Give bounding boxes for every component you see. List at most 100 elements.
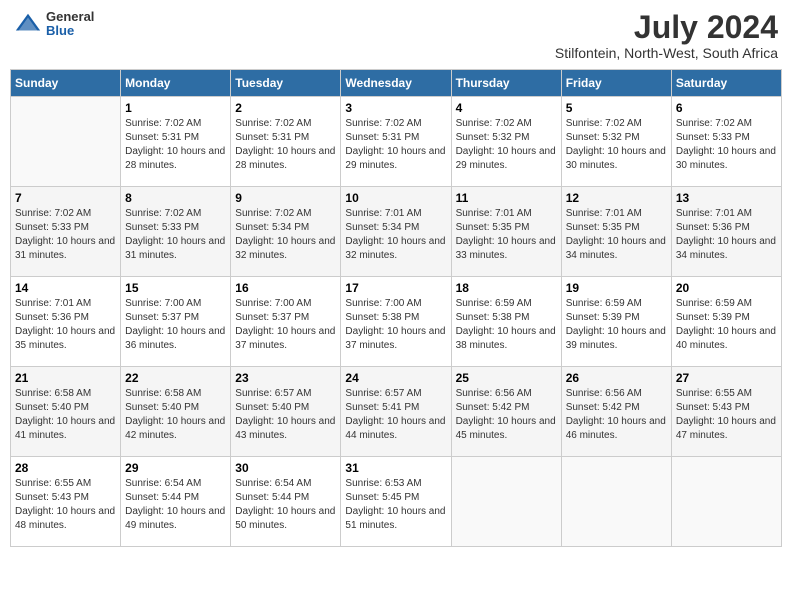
day-number: 24	[345, 371, 446, 385]
day-number: 9	[235, 191, 336, 205]
day-info: Sunrise: 6:55 AMSunset: 5:43 PMDaylight:…	[676, 388, 776, 441]
day-info: Sunrise: 7:01 AMSunset: 5:34 PMDaylight:…	[345, 208, 445, 261]
day-info: Sunrise: 6:59 AMSunset: 5:38 PMDaylight:…	[456, 298, 556, 351]
logo-blue-label: Blue	[46, 24, 94, 38]
day-number: 31	[345, 461, 446, 475]
calendar-cell: 10 Sunrise: 7:01 AMSunset: 5:34 PMDaylig…	[341, 187, 451, 277]
calendar-cell: 8 Sunrise: 7:02 AMSunset: 5:33 PMDayligh…	[121, 187, 231, 277]
day-info: Sunrise: 7:02 AMSunset: 5:33 PMDaylight:…	[676, 118, 776, 171]
day-number: 11	[456, 191, 557, 205]
calendar-cell: 30 Sunrise: 6:54 AMSunset: 5:44 PMDaylig…	[231, 457, 341, 547]
logo-icon	[14, 10, 42, 38]
calendar-cell: 19 Sunrise: 6:59 AMSunset: 5:39 PMDaylig…	[561, 277, 671, 367]
calendar-cell: 2 Sunrise: 7:02 AMSunset: 5:31 PMDayligh…	[231, 97, 341, 187]
day-info: Sunrise: 7:00 AMSunset: 5:37 PMDaylight:…	[235, 298, 335, 351]
day-info: Sunrise: 6:58 AMSunset: 5:40 PMDaylight:…	[15, 388, 115, 441]
day-number: 3	[345, 101, 446, 115]
day-info: Sunrise: 7:00 AMSunset: 5:38 PMDaylight:…	[345, 298, 445, 351]
logo: General Blue	[14, 10, 94, 39]
header: General Blue July 2024 Stilfontein, Nort…	[10, 10, 782, 61]
day-info: Sunrise: 7:02 AMSunset: 5:32 PMDaylight:…	[566, 118, 666, 171]
logo-text: General Blue	[46, 10, 94, 39]
calendar-cell	[671, 457, 781, 547]
calendar-cell: 22 Sunrise: 6:58 AMSunset: 5:40 PMDaylig…	[121, 367, 231, 457]
calendar-cell: 6 Sunrise: 7:02 AMSunset: 5:33 PMDayligh…	[671, 97, 781, 187]
day-info: Sunrise: 7:02 AMSunset: 5:31 PMDaylight:…	[345, 118, 445, 171]
calendar-cell: 29 Sunrise: 6:54 AMSunset: 5:44 PMDaylig…	[121, 457, 231, 547]
calendar-cell: 27 Sunrise: 6:55 AMSunset: 5:43 PMDaylig…	[671, 367, 781, 457]
calendar-cell: 14 Sunrise: 7:01 AMSunset: 5:36 PMDaylig…	[11, 277, 121, 367]
day-info: Sunrise: 7:02 AMSunset: 5:32 PMDaylight:…	[456, 118, 556, 171]
calendar-cell: 5 Sunrise: 7:02 AMSunset: 5:32 PMDayligh…	[561, 97, 671, 187]
day-number: 17	[345, 281, 446, 295]
day-info: Sunrise: 6:54 AMSunset: 5:44 PMDaylight:…	[235, 478, 335, 531]
day-number: 15	[125, 281, 226, 295]
day-number: 19	[566, 281, 667, 295]
logo-general-label: General	[46, 10, 94, 24]
day-number: 27	[676, 371, 777, 385]
calendar-cell: 15 Sunrise: 7:00 AMSunset: 5:37 PMDaylig…	[121, 277, 231, 367]
calendar-cell: 17 Sunrise: 7:00 AMSunset: 5:38 PMDaylig…	[341, 277, 451, 367]
calendar-cell: 24 Sunrise: 6:57 AMSunset: 5:41 PMDaylig…	[341, 367, 451, 457]
day-number: 8	[125, 191, 226, 205]
calendar-cell	[561, 457, 671, 547]
calendar-cell: 4 Sunrise: 7:02 AMSunset: 5:32 PMDayligh…	[451, 97, 561, 187]
week-row-4: 21 Sunrise: 6:58 AMSunset: 5:40 PMDaylig…	[11, 367, 782, 457]
day-number: 13	[676, 191, 777, 205]
day-number: 26	[566, 371, 667, 385]
calendar-cell: 28 Sunrise: 6:55 AMSunset: 5:43 PMDaylig…	[11, 457, 121, 547]
day-number: 2	[235, 101, 336, 115]
calendar-cell	[11, 97, 121, 187]
title-area: July 2024 Stilfontein, North-West, South…	[555, 10, 778, 61]
day-info: Sunrise: 7:02 AMSunset: 5:33 PMDaylight:…	[125, 208, 225, 261]
day-header-wednesday: Wednesday	[341, 70, 451, 97]
calendar-table: SundayMondayTuesdayWednesdayThursdayFrid…	[10, 69, 782, 547]
calendar-cell: 20 Sunrise: 6:59 AMSunset: 5:39 PMDaylig…	[671, 277, 781, 367]
day-info: Sunrise: 7:01 AMSunset: 5:36 PMDaylight:…	[15, 298, 115, 351]
day-number: 10	[345, 191, 446, 205]
day-info: Sunrise: 7:00 AMSunset: 5:37 PMDaylight:…	[125, 298, 225, 351]
day-info: Sunrise: 6:59 AMSunset: 5:39 PMDaylight:…	[566, 298, 666, 351]
day-info: Sunrise: 6:54 AMSunset: 5:44 PMDaylight:…	[125, 478, 225, 531]
day-info: Sunrise: 6:53 AMSunset: 5:45 PMDaylight:…	[345, 478, 445, 531]
day-info: Sunrise: 6:55 AMSunset: 5:43 PMDaylight:…	[15, 478, 115, 531]
day-number: 12	[566, 191, 667, 205]
week-row-5: 28 Sunrise: 6:55 AMSunset: 5:43 PMDaylig…	[11, 457, 782, 547]
calendar-cell: 11 Sunrise: 7:01 AMSunset: 5:35 PMDaylig…	[451, 187, 561, 277]
day-header-thursday: Thursday	[451, 70, 561, 97]
month-title: July 2024	[555, 10, 778, 45]
calendar-cell: 13 Sunrise: 7:01 AMSunset: 5:36 PMDaylig…	[671, 187, 781, 277]
day-number: 6	[676, 101, 777, 115]
calendar-cell: 1 Sunrise: 7:02 AMSunset: 5:31 PMDayligh…	[121, 97, 231, 187]
day-number: 21	[15, 371, 116, 385]
calendar-cell	[451, 457, 561, 547]
day-header-tuesday: Tuesday	[231, 70, 341, 97]
day-number: 4	[456, 101, 557, 115]
day-header-saturday: Saturday	[671, 70, 781, 97]
day-number: 18	[456, 281, 557, 295]
location-title: Stilfontein, North-West, South Africa	[555, 45, 778, 61]
day-header-sunday: Sunday	[11, 70, 121, 97]
day-number: 28	[15, 461, 116, 475]
day-number: 22	[125, 371, 226, 385]
day-header-monday: Monday	[121, 70, 231, 97]
day-number: 7	[15, 191, 116, 205]
calendar-cell: 9 Sunrise: 7:02 AMSunset: 5:34 PMDayligh…	[231, 187, 341, 277]
calendar-cell: 16 Sunrise: 7:00 AMSunset: 5:37 PMDaylig…	[231, 277, 341, 367]
day-number: 29	[125, 461, 226, 475]
day-info: Sunrise: 6:57 AMSunset: 5:40 PMDaylight:…	[235, 388, 335, 441]
day-info: Sunrise: 7:01 AMSunset: 5:35 PMDaylight:…	[456, 208, 556, 261]
week-row-1: 1 Sunrise: 7:02 AMSunset: 5:31 PMDayligh…	[11, 97, 782, 187]
day-info: Sunrise: 6:56 AMSunset: 5:42 PMDaylight:…	[566, 388, 666, 441]
day-info: Sunrise: 7:01 AMSunset: 5:35 PMDaylight:…	[566, 208, 666, 261]
calendar-cell: 31 Sunrise: 6:53 AMSunset: 5:45 PMDaylig…	[341, 457, 451, 547]
day-number: 25	[456, 371, 557, 385]
day-header-friday: Friday	[561, 70, 671, 97]
day-info: Sunrise: 6:56 AMSunset: 5:42 PMDaylight:…	[456, 388, 556, 441]
day-info: Sunrise: 7:01 AMSunset: 5:36 PMDaylight:…	[676, 208, 776, 261]
day-number: 23	[235, 371, 336, 385]
day-number: 14	[15, 281, 116, 295]
day-number: 20	[676, 281, 777, 295]
day-info: Sunrise: 6:58 AMSunset: 5:40 PMDaylight:…	[125, 388, 225, 441]
calendar-cell: 3 Sunrise: 7:02 AMSunset: 5:31 PMDayligh…	[341, 97, 451, 187]
